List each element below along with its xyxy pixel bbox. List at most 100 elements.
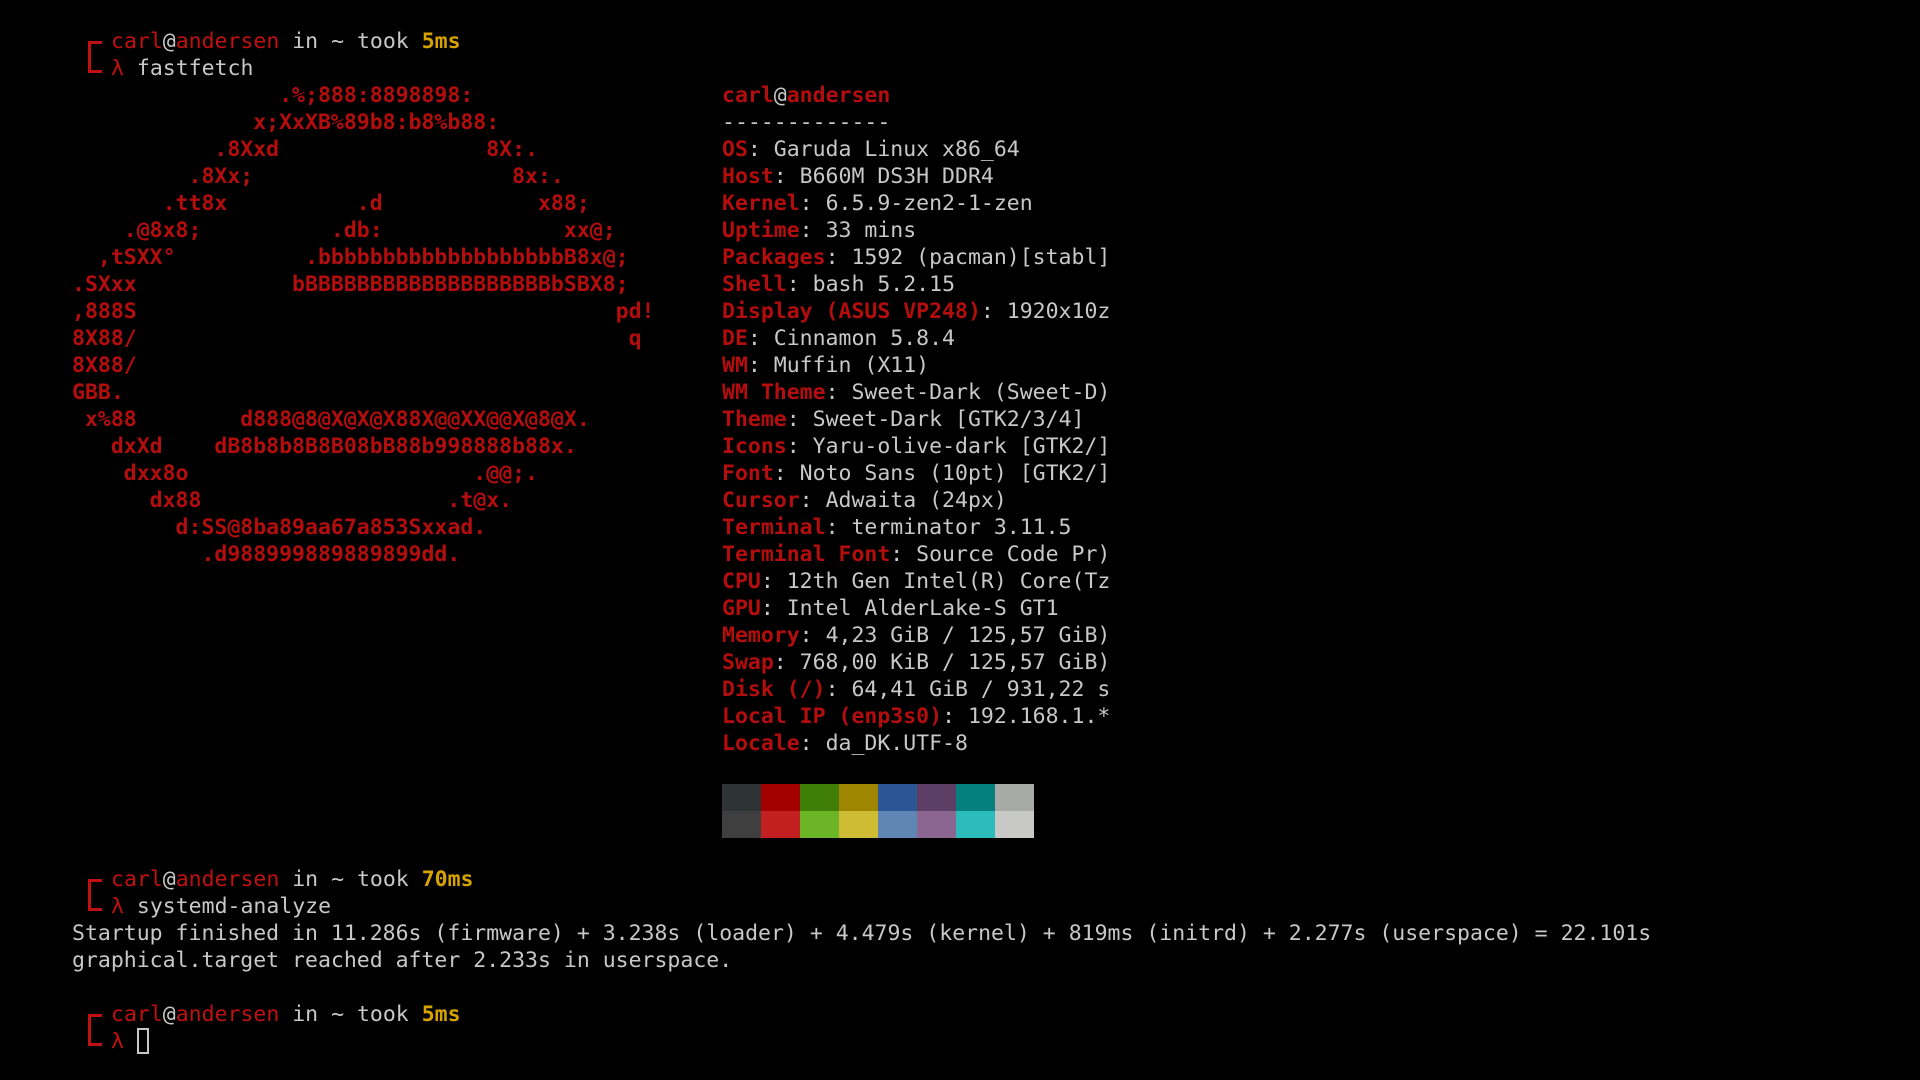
palette-swatch — [956, 784, 995, 811]
palette-swatch — [839, 811, 878, 838]
info-value: Sweet-Dark [GTK2/3/4] — [812, 407, 1085, 432]
info-row: Local IP (enp3s0): 192.168.1.* — [722, 703, 1110, 730]
info-row: Display (ASUS VP248): 1920x10z — [722, 298, 1110, 325]
info-colon: : — [942, 704, 968, 729]
prompt-at: @ — [162, 867, 176, 892]
info-row: Locale: da_DK.UTF-8 — [722, 730, 1110, 757]
info-row: Icons: Yaru-olive-dark [GTK2/] — [722, 433, 1110, 460]
info-key: GPU — [722, 596, 761, 621]
palette-swatch — [722, 784, 761, 811]
palette-swatch — [839, 784, 878, 811]
info-row: CPU: 12th Gen Intel(R) Core(Tz — [722, 568, 1110, 595]
prompt-corner-icon — [88, 1014, 102, 1046]
info-colon: : — [890, 542, 917, 567]
info-key: WM Theme — [722, 380, 826, 405]
info-value: 33 mins — [825, 218, 917, 243]
info-row: Shell: bash 5.2.15 — [722, 271, 1110, 298]
info-colon: : — [825, 380, 852, 405]
fastfetch-info: carl@andersen ------------- OS: Garuda L… — [722, 82, 1110, 757]
palette-swatch — [761, 784, 800, 811]
palette-swatch — [800, 811, 839, 838]
prompt-host: andersen — [175, 1002, 280, 1027]
info-value: Source Code Pr) — [916, 542, 1111, 567]
info-colon: : — [760, 596, 787, 621]
command-line: λ systemd-analyze — [111, 893, 331, 920]
info-key: Local IP (enp3s0) — [722, 704, 943, 729]
info-value: terminator 3.11.5 — [851, 515, 1072, 540]
info-row: Uptime: 33 mins — [722, 217, 1110, 244]
info-key: Font — [722, 461, 774, 486]
command-text: fastfetch — [136, 56, 254, 81]
info-colon: : — [773, 650, 800, 675]
prompt-duration: 5ms — [421, 29, 461, 54]
info-row: GPU: Intel AlderLake-S GT1 — [722, 595, 1110, 622]
palette-swatch — [722, 811, 761, 838]
palette-swatch — [917, 784, 956, 811]
palette-swatch — [878, 811, 917, 838]
info-value: Noto Sans (10pt) [GTK2/] — [799, 461, 1111, 486]
info-value: Garuda Linux x86_64 — [773, 137, 1020, 162]
info-row: DE: Cinnamon 5.8.4 — [722, 325, 1110, 352]
info-value: Sweet-Dark (Sweet-D) — [851, 380, 1111, 405]
info-key: Terminal Font — [722, 542, 891, 567]
info-row: Host: B660M DS3H DDR4 — [722, 163, 1110, 190]
prompt-duration: 5ms — [421, 1002, 461, 1027]
prompt-line: carl@andersen in ~ took 5ms — [111, 1001, 461, 1028]
lambda-icon: λ — [111, 56, 124, 81]
info-key: DE — [722, 326, 748, 351]
terminal-cursor[interactable] — [136, 1028, 149, 1054]
info-value: 768,00 KiB / 125,57 GiB) — [799, 650, 1111, 675]
info-key: Locale — [722, 731, 800, 756]
info-value: 12th Gen Intel(R) Core(Tz — [786, 569, 1111, 594]
info-row: Swap: 768,00 KiB / 125,57 GiB) — [722, 649, 1110, 676]
info-value: 192.168.1.* — [967, 704, 1111, 729]
info-row: OS: Garuda Linux x86_64 — [722, 136, 1110, 163]
prompt-host: andersen — [175, 29, 280, 54]
info-value: bash 5.2.15 — [812, 272, 956, 297]
systemd-startup-line: Startup finished in 11.286s (firmware) +… — [72, 921, 1652, 946]
prompt-at: @ — [162, 29, 176, 54]
prompt-location: in ~ took — [279, 29, 422, 54]
info-key: WM — [722, 353, 748, 378]
info-key: Theme — [722, 407, 787, 432]
title-host: andersen — [786, 83, 891, 108]
palette-swatch — [878, 784, 917, 811]
command-line[interactable]: λ — [111, 1028, 149, 1055]
prompt-at: @ — [162, 1002, 176, 1027]
info-row: WM: Muffin (X11) — [722, 352, 1110, 379]
info-key: Disk (/) — [722, 677, 826, 702]
info-colon: : — [747, 326, 774, 351]
info-colon: : — [799, 731, 826, 756]
info-colon: : — [773, 461, 800, 486]
garuda-ascii-logo: .%;888:8898898: x;XxXB%89b8:b8%b88: .8Xx… — [72, 83, 655, 567]
info-key: Icons — [722, 434, 787, 459]
info-value: 4,23 GiB / 125,57 GiB) — [825, 623, 1111, 648]
info-colon: : — [760, 569, 787, 594]
command-text: systemd-analyze — [136, 894, 332, 919]
info-key: Uptime — [722, 218, 800, 243]
info-row: WM Theme: Sweet-Dark (Sweet-D) — [722, 379, 1110, 406]
info-colon: : — [799, 488, 826, 513]
info-key: Memory — [722, 623, 800, 648]
info-colon: : — [799, 218, 826, 243]
info-row: Font: Noto Sans (10pt) [GTK2/] — [722, 460, 1110, 487]
info-value: B660M DS3H DDR4 — [799, 164, 994, 189]
prompt-user: carl — [111, 29, 163, 54]
info-value: Muffin (X11) — [773, 353, 930, 378]
info-colon: : — [825, 515, 852, 540]
palette-swatch — [995, 811, 1034, 838]
info-value: 64,41 GiB / 931,22 s — [851, 677, 1111, 702]
info-value: 1920x10z — [1006, 299, 1111, 324]
info-key: Kernel — [722, 191, 800, 216]
lambda-icon: λ — [111, 894, 124, 919]
info-value: Intel AlderLake-S GT1 — [786, 596, 1059, 621]
fastfetch-title: carl@andersen — [722, 82, 1110, 109]
info-value: Adwaita (24px) — [825, 488, 1007, 513]
color-palette — [722, 784, 1034, 838]
prompt-line: carl@andersen in ~ took 70ms — [111, 866, 473, 893]
info-colon: : — [825, 677, 852, 702]
info-colon: : — [799, 623, 826, 648]
info-key: Shell — [722, 272, 787, 297]
info-value: 1592 (pacman)[stabl] — [851, 245, 1111, 270]
info-key: Cursor — [722, 488, 800, 513]
